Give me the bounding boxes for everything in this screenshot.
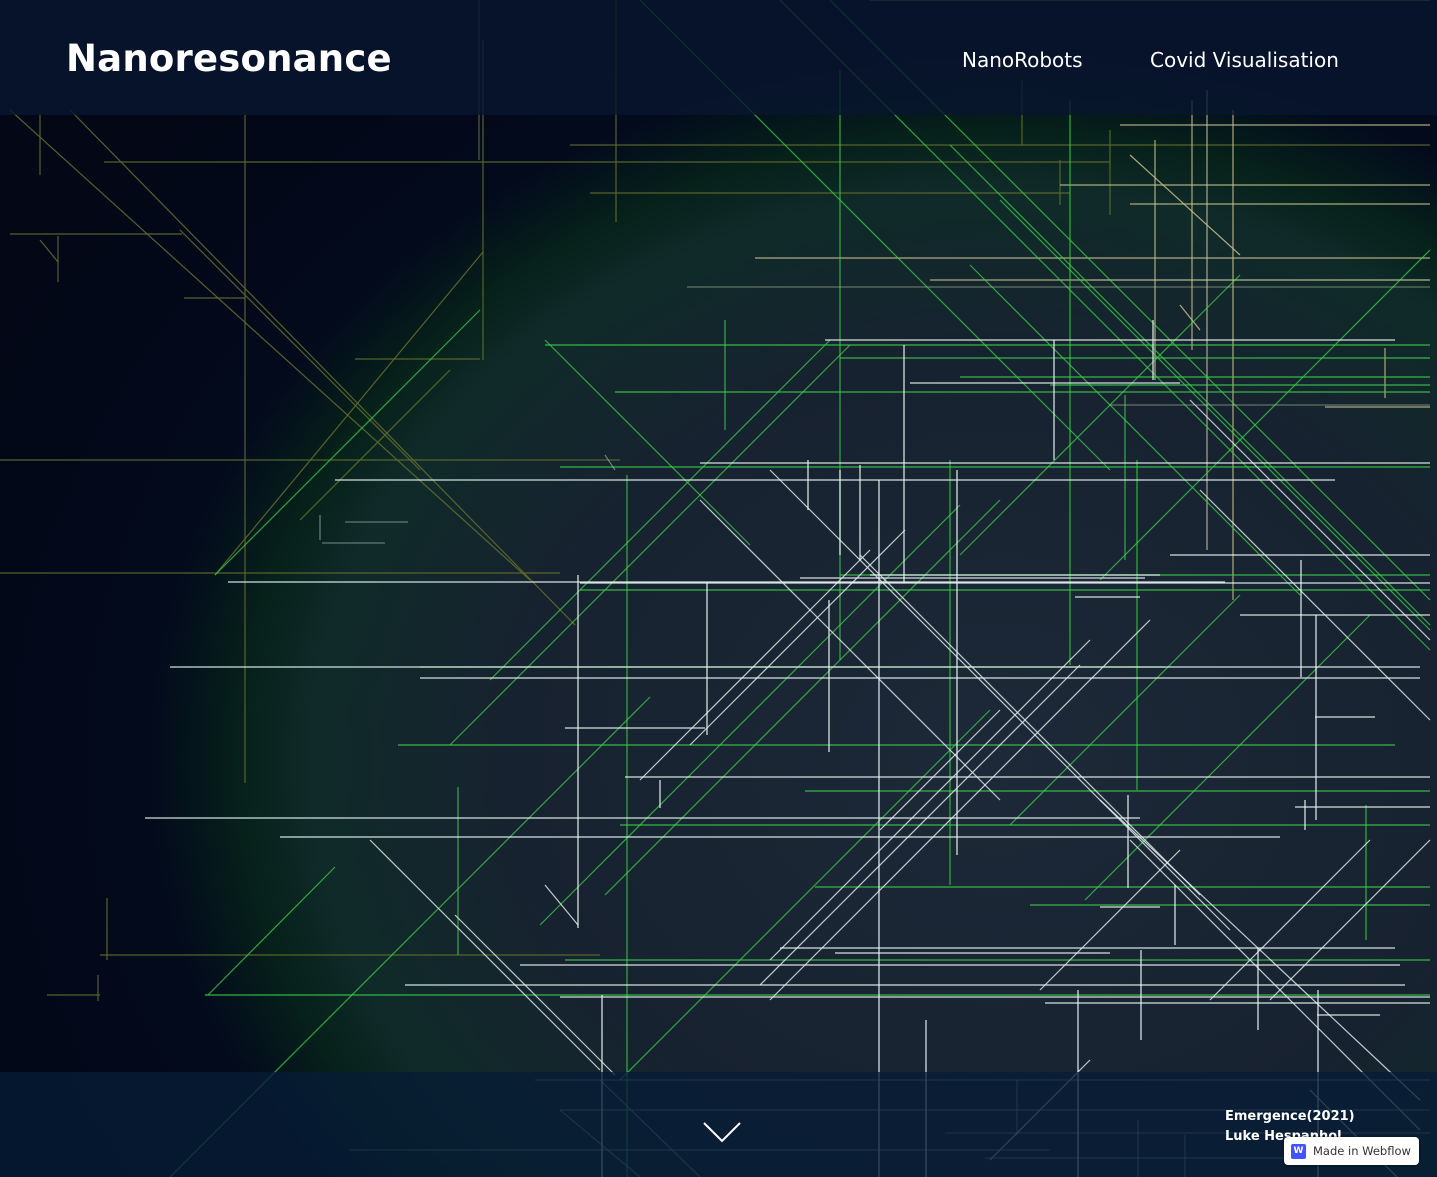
brand-logo[interactable]: Nanoresonance	[66, 36, 392, 82]
art-line	[619, 709, 991, 1081]
nav-link-covid-visualisation[interactable]: Covid Visualisation	[1150, 46, 1339, 74]
art-line	[1129, 154, 1241, 256]
art-line	[1189, 399, 1431, 641]
header-bar: Nanoresonance NanoRobots Covid Visualisa…	[0, 0, 1437, 115]
art-line	[539, 504, 961, 926]
art-line	[999, 199, 1431, 631]
art-line	[604, 454, 616, 471]
chevron-down-icon	[703, 1122, 741, 1143]
art-line	[1099, 249, 1431, 581]
webflow-badge-label: Made in Webflow	[1313, 1144, 1411, 1158]
art-line	[1039, 849, 1181, 991]
art-line	[207, 866, 336, 996]
art-line	[39, 239, 59, 263]
art-line	[214, 251, 484, 576]
art-line	[879, 709, 1001, 831]
art-line	[1209, 839, 1371, 1001]
scroll-down-button[interactable]	[702, 1118, 742, 1146]
art-line	[544, 884, 579, 926]
art-line	[769, 639, 1091, 961]
generative-line-artwork	[0, 0, 1431, 1177]
art-line	[449, 344, 851, 746]
webflow-logo-icon: W	[1291, 1143, 1306, 1159]
artwork-title: Emergence(2021)	[1225, 1109, 1355, 1124]
art-line	[959, 274, 1241, 556]
nav-link-nanorobots[interactable]: NanoRobots	[962, 46, 1083, 74]
art-line	[689, 529, 906, 746]
art-line	[604, 499, 1001, 896]
made-in-webflow-badge[interactable]: W Made in Webflow	[1284, 1137, 1419, 1165]
art-line	[179, 229, 421, 471]
art-line	[69, 109, 576, 626]
art-line	[214, 309, 481, 576]
art-line	[1269, 839, 1431, 1001]
page: Nanoresonance NanoRobots Covid Visualisa…	[0, 0, 1437, 1177]
art-line	[769, 619, 1151, 1001]
art-line	[544, 339, 751, 546]
art-line	[489, 339, 831, 681]
art-line	[859, 554, 1201, 896]
